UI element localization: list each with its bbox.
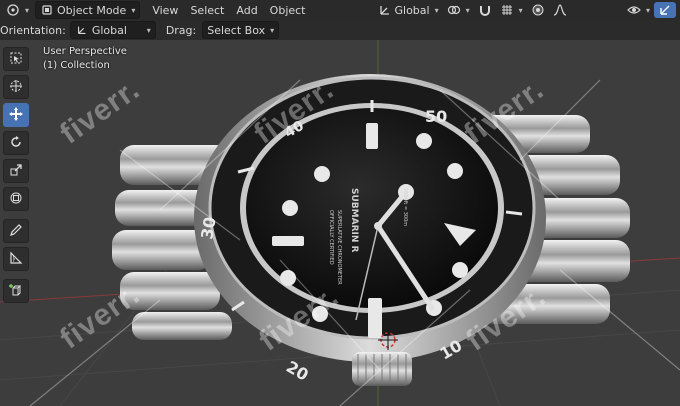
editor-type-button[interactable]: ▾ [2,2,33,18]
orientation-caption: Orientation: [0,23,66,37]
bezel-number-30: 30 [197,215,220,240]
pivot-point-dropdown[interactable]: ▾ [443,2,474,18]
orientation-value: Global [91,23,127,37]
pivot-icon [447,3,461,17]
annotate-tool[interactable] [3,219,29,243]
rotate-icon [9,135,23,152]
menu-view[interactable]: View [146,4,184,17]
chevron-down-icon: ▾ [645,5,650,15]
menu-select[interactable]: Select [184,4,230,17]
chevron-down-icon: ▾ [434,5,439,15]
menu-add[interactable]: Add [230,4,263,17]
dial-line-1: SUPERLATIVE CHRONOMETER [336,210,342,285]
scale-tool[interactable] [3,159,29,183]
select-box-tool[interactable] [3,47,29,71]
viewport-icon [6,3,20,17]
mode-label: Object Mode [57,3,127,17]
drag-dropdown[interactable]: Select Box ▾ [202,21,280,39]
select-box-icon [9,51,23,68]
chevron-down-icon: ▾ [518,5,523,15]
cursor-tool[interactable] [3,75,29,99]
bezel-number-20: 20 [283,357,312,385]
proportional-icon [531,3,545,17]
object-mode-icon [40,3,54,17]
snap-target-dropdown[interactable]: ▾ [496,2,527,18]
orientation-dropdown[interactable]: Global ▾ [69,21,156,39]
3d-viewport[interactable]: 50 40 30 20 10 SUBMARIN R SUPERLATIVE CH… [0,40,680,406]
orientation-axes-icon [378,3,392,17]
menu-object[interactable]: Object [264,4,312,17]
snap-grid-icon [500,3,514,17]
tool-settings-bar: Orientation: Global ▾ Drag: Select Box ▾ [0,20,680,40]
chevron-down-icon: ▾ [25,5,30,15]
chevron-down-icon: ▾ [270,25,275,35]
chevron-down-icon: ▾ [146,25,151,35]
move-tool[interactable] [3,103,29,127]
eye-icon [627,3,641,17]
proportional-editing-toggle[interactable] [527,2,549,18]
drag-caption: Drag: [165,23,197,37]
orientation-label: Global [394,3,430,17]
bezel-number-50: 50 [425,107,447,126]
scale-icon [9,163,23,180]
gizmo-toggle[interactable] [654,2,676,18]
magnet-icon [478,3,492,17]
ruler-icon [9,251,23,268]
mode-selector[interactable]: Object Mode ▾ [35,1,141,19]
rotate-tool[interactable] [3,131,29,155]
3d-viewport-header: ▾ Object Mode ▾ View Select Add Object G… [0,0,680,21]
gizmo-icon [658,3,672,17]
pencil-icon [9,223,23,240]
collection-label: (1) Collection [43,60,110,71]
chevron-down-icon: ▾ [465,5,470,15]
measure-tool[interactable] [3,247,29,271]
drag-value: Select Box [207,23,266,37]
view-perspective-label: User Perspective [43,46,127,57]
transform-orientation-dropdown[interactable]: Global ▾ [374,2,443,18]
cursor-icon [9,79,23,96]
add-cube-icon [9,283,23,300]
move-icon [8,106,24,125]
falloff-curve-icon [553,3,567,17]
dial-line-3: 1000ft = 300m [402,188,408,226]
add-cube-tool[interactable] [3,279,29,303]
brand-text: SUBMARIN R [349,188,359,253]
chevron-down-icon: ▾ [131,5,136,15]
visibility-dropdown[interactable]: ▾ [623,2,654,18]
dial-line-2: OFFICIALLY CERTIFIED [328,210,334,265]
transform-tool[interactable] [3,187,29,211]
transform-icon [9,191,23,208]
tool-shelf [3,47,29,303]
orientation-axes-icon [75,23,89,37]
snap-toggle[interactable] [474,2,496,18]
proportional-falloff-dropdown[interactable] [549,2,571,18]
